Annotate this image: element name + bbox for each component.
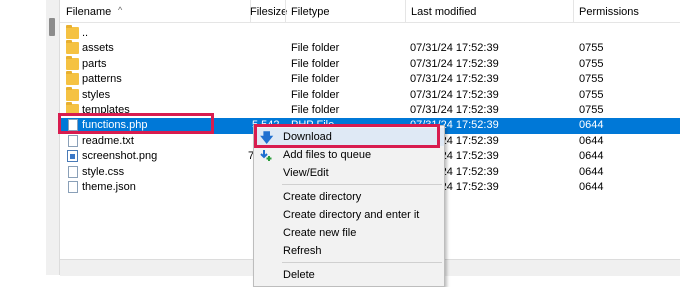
folder-icon xyxy=(66,40,79,55)
folder-icon xyxy=(66,86,79,101)
sort-ascending-icon: ^ xyxy=(118,5,123,15)
file-row-parent[interactable]: .. xyxy=(60,25,680,41)
file-permissions: 0644 xyxy=(579,150,604,163)
document-icon xyxy=(68,181,78,193)
folder-icon xyxy=(66,25,79,39)
file-permissions: 0644 xyxy=(579,181,604,193)
menu-item-view-edit[interactable]: View/Edit xyxy=(254,164,444,182)
menu-item-label: Create directory xyxy=(283,191,362,203)
menu-item-label: Refresh xyxy=(283,245,322,257)
context-menu: 🡇 Download Add files to queue View/Edit … xyxy=(253,125,445,287)
menu-item-add-to-queue[interactable]: Add files to queue xyxy=(254,146,444,164)
file-permissions: 0755 xyxy=(579,88,604,101)
file-permissions: 0755 xyxy=(579,42,604,55)
file-type: File folder xyxy=(291,73,340,86)
file-modified: 07/31/24 17:52:39 xyxy=(410,88,499,101)
column-permissions-label: Permissions xyxy=(579,6,639,18)
menu-item-create-directory[interactable]: Create directory xyxy=(254,188,444,206)
menu-separator xyxy=(282,184,442,185)
file-permissions: 0644 xyxy=(579,134,604,147)
column-filename-label: Filename xyxy=(66,6,112,18)
file-name: style.css xyxy=(82,165,125,178)
image-icon xyxy=(67,150,78,163)
file-modified: 07/31/24 17:52:39 xyxy=(410,57,499,70)
column-filetype[interactable]: Filetype xyxy=(285,0,405,22)
menu-item-label: Add files to queue xyxy=(283,149,372,161)
column-last-modified-label: Last modified xyxy=(411,6,477,18)
file-name: parts xyxy=(82,57,107,70)
column-filetype-label: Filetype xyxy=(291,6,330,18)
file-permissions: 0755 xyxy=(579,73,604,86)
file-modified: 07/31/24 17:52:39 xyxy=(410,73,499,86)
file-modified: 07/31/24 17:52:39 xyxy=(410,42,499,55)
file-type: File folder xyxy=(291,42,340,55)
menu-item-label: View/Edit xyxy=(283,167,329,179)
file-permissions: 0644 xyxy=(579,119,604,132)
column-last-modified[interactable]: Last modified xyxy=(405,0,573,22)
menu-separator xyxy=(282,262,442,263)
file-name: readme.txt xyxy=(82,134,134,147)
file-permissions: 0644 xyxy=(579,165,604,178)
menu-item-create-directory-enter[interactable]: Create directory and enter it xyxy=(254,206,444,224)
column-filesize-label: Filesize xyxy=(250,6,288,18)
column-header-row: Filename ^ Filesize Filetype Last modifi… xyxy=(60,0,680,23)
file-row[interactable]: styles File folder 07/31/24 17:52:39 075… xyxy=(60,86,680,103)
add-to-queue-icon xyxy=(260,149,273,162)
file-row[interactable]: parts File folder 07/31/24 17:52:39 0755 xyxy=(60,55,680,72)
file-permissions: 0755 xyxy=(579,104,604,116)
file-modified: 07/31/24 17:52:39 xyxy=(410,104,499,116)
annotation-highlight-file xyxy=(58,113,214,134)
document-icon xyxy=(68,134,78,147)
menu-item-refresh[interactable]: Refresh xyxy=(254,242,444,260)
folder-icon xyxy=(66,71,79,86)
file-type: File folder xyxy=(291,104,340,116)
menu-item-label: Create directory and enter it xyxy=(283,209,420,221)
menu-item-label: Create new file xyxy=(283,227,357,239)
tree-scrollbar-thumb[interactable] xyxy=(49,18,55,36)
menu-item-create-new-file[interactable]: Create new file xyxy=(254,224,444,242)
file-permissions: 0755 xyxy=(579,57,604,70)
annotation-highlight-download xyxy=(254,124,440,148)
file-name: .. xyxy=(82,27,89,39)
file-type: File folder xyxy=(291,88,340,101)
document-icon xyxy=(68,165,78,178)
column-filename[interactable]: Filename ^ xyxy=(60,0,250,22)
file-name: patterns xyxy=(82,73,122,86)
tree-scrollbar[interactable] xyxy=(46,0,60,275)
menu-item-delete[interactable]: Delete xyxy=(254,266,444,284)
column-filesize[interactable]: Filesize xyxy=(250,0,288,22)
file-name: assets xyxy=(82,42,114,55)
folder-icon xyxy=(66,55,79,70)
directory-tree-pane[interactable] xyxy=(0,0,47,275)
file-type: File folder xyxy=(291,57,340,70)
file-row[interactable]: assets File folder 07/31/24 17:52:39 075… xyxy=(60,40,680,56)
file-name: screenshot.png xyxy=(82,150,158,163)
column-permissions[interactable]: Permissions xyxy=(573,0,673,22)
file-row[interactable]: patterns File folder 07/31/24 17:52:39 0… xyxy=(60,71,680,87)
menu-item-label: Delete xyxy=(283,269,315,281)
file-name: theme.json xyxy=(82,181,136,193)
file-name: styles xyxy=(82,88,111,101)
